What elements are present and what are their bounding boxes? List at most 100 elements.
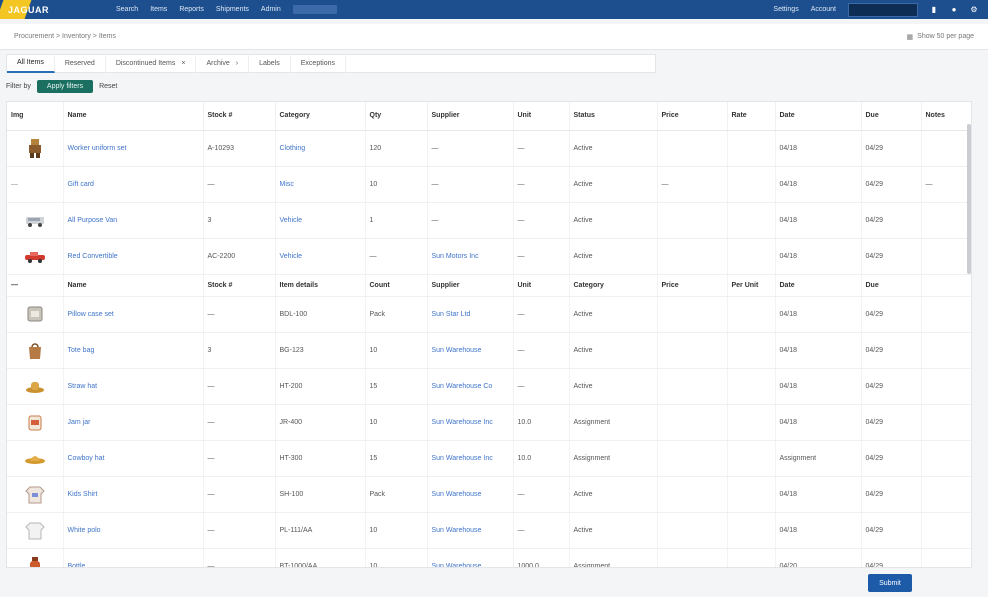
cell-date: 04/18 [775,512,862,549]
cell-name[interactable]: Worker uniform set [63,130,204,167]
logo-text: JAGUAR [8,4,50,15]
global-search-input[interactable] [848,2,918,17]
tab-all-items[interactable]: All Items [7,54,55,73]
column-header[interactable]: Stock # [203,102,276,131]
cell-name[interactable]: Bottle [63,548,204,567]
column-header[interactable]: Notes [921,102,971,131]
cell-due: 04/29 [861,130,922,167]
table-row[interactable]: Kids Shirt — SH-100 Pack Sun Warehouse — Activ… [7,476,971,513]
table-row[interactable]: All Purpose Van 3 Vehicle 1— — Active 04/18 04/… [7,202,971,239]
grid-icon[interactable]: ▦ [907,33,914,41]
column-header[interactable]: Rate [727,102,776,131]
submit-button[interactable]: Submit [868,574,912,592]
table-row[interactable]: Red Convertible AC-2200 Vehicle — Sun Motors… [7,238,971,275]
cell-stock: — [203,548,276,567]
column-header[interactable]: Qty [365,102,428,131]
tab-labels[interactable]: Labels [249,54,291,73]
table-row[interactable]: — Gift card — Misc 10— — Active —04/18 04/29— [7,166,971,203]
app-logo[interactable]: JAGUAR [0,0,86,19]
tab-discontinued[interactable]: Discontinued Items × [106,54,197,73]
tab-label: Discontinued Items [115,60,176,67]
cell-name[interactable]: White polo [63,512,204,549]
nav-item[interactable]: Shipments [216,6,249,13]
table-row[interactable]: Cowboy hat — HT-300 15 Sun Warehouse Inc 10.0… [7,440,971,477]
cell-supplier[interactable]: Sun Warehouse [427,548,514,567]
nav-item[interactable]: Items [150,6,167,13]
cell-name[interactable]: Tote bag [63,332,204,369]
cell-name[interactable]: Gift card [63,166,204,203]
thumbnail-cell [7,476,64,513]
file-icon[interactable]: ▮ [930,5,938,14]
column-header[interactable]: Name [63,102,204,131]
column-header[interactable]: Supplier [427,102,514,131]
apply-filters-button[interactable]: Apply filters [36,80,94,93]
cell-status: Assignment [569,404,658,441]
cell-supplier[interactable]: Sun Warehouse [427,512,514,549]
column-header[interactable]: Img [7,102,64,131]
settings-link[interactable]: Settings [773,6,798,13]
nav-search-box[interactable] [292,5,337,14]
cell-supplier[interactable]: Sun Warehouse [427,332,514,369]
cell-supplier[interactable]: Sun Warehouse Inc [427,404,514,441]
close-icon[interactable]: × [181,60,185,67]
cell-name[interactable]: Jam jar [63,404,204,441]
reset-filters-link[interactable]: Reset [99,83,117,90]
cell-rate [727,476,776,513]
user-icon[interactable]: ● [950,5,958,14]
table-row[interactable]: Tote bag 3 BG-123 10 Sun Warehouse — Active 04/… [7,332,971,369]
thumbnail-cell [7,238,64,275]
cell-category[interactable]: Clothing [275,130,366,167]
table-row[interactable]: White polo — PL-111/AA 10 Sun Warehouse — Acti… [7,512,971,549]
cell-status: Assignment [569,548,658,567]
cell-category: PL-111/AA [275,512,366,549]
page-size-label[interactable]: Show 50 per page [917,33,974,40]
column-header[interactable]: Unit [513,102,570,131]
table-row[interactable]: Pillow case set — BDL-100 Pack Sun Star Ltd —… [7,296,971,333]
cell-category[interactable]: Vehicle [275,202,366,239]
cell-due: 04/29 [861,202,922,239]
tab-exceptions[interactable]: Exceptions [291,54,347,73]
cell-due: 04/29 [861,296,922,333]
cell-date: 04/20 [775,548,862,567]
cell-qty: — [365,238,428,275]
cell-stock: 3 [203,202,276,239]
nav-item[interactable]: Reports [179,6,204,13]
cell-category[interactable]: Vehicle [275,238,366,275]
cell-name[interactable]: Kids Shirt [63,476,204,513]
column-header[interactable]: Date [775,102,862,131]
column-header[interactable]: Category [275,102,366,131]
cell-unit: — [513,368,570,405]
cell-supplier[interactable]: Sun Motors Inc [427,238,514,275]
table-row[interactable]: Straw hat — HT-200 15 Sun Warehouse Co — Activ… [7,368,971,405]
cell-status: Assignment [569,440,658,477]
cell-name[interactable]: All Purpose Van [63,202,204,239]
column-header[interactable]: Status [569,102,658,131]
table-row[interactable]: Worker uniform set A-10293 Clothing 120— — Ac… [7,130,971,167]
top-bar: JAGUAR Search Items Reports Shipments Ad… [0,0,988,19]
column-header[interactable]: Due [861,102,922,131]
cell-name[interactable]: Straw hat [63,368,204,405]
nav-item[interactable]: Search [116,6,138,13]
table-row[interactable]: Jam jar — JR-400 10 Sun Warehouse Inc 10.0 Ass… [7,404,971,441]
cell-name[interactable]: Pillow case set [63,296,204,333]
cell-due: 04/29 [861,332,922,369]
cell-supplier[interactable]: Sun Warehouse Co [427,368,514,405]
column-header[interactable]: Price [657,102,728,131]
gear-icon[interactable]: ⚙ [970,5,978,14]
vertical-scrollbar[interactable] [967,124,971,274]
cell-supplier[interactable]: Sun Star Ltd [427,296,514,333]
cell-unit: 10.0 [513,404,570,441]
items-table: Img Name Stock # Category Qty Supplier Unit Sta… [7,102,971,567]
cell-supplier[interactable]: Sun Warehouse Inc [427,440,514,477]
car-icon [24,244,46,268]
cell-name[interactable]: Cowboy hat [63,440,204,477]
tab-reserved[interactable]: Reserved [55,54,106,73]
tab-archive[interactable]: Archive › [196,54,250,73]
cell-supplier[interactable]: Sun Warehouse [427,476,514,513]
account-link[interactable]: Account [811,6,836,13]
nav-item[interactable]: Admin [261,6,281,13]
cell-category: BG-123 [275,332,366,369]
cell-name[interactable]: Red Convertible [63,238,204,275]
table-row[interactable]: Bottle — BT-1000/AA 10 Sun Warehouse 1000.0 As… [7,548,971,567]
cell-category[interactable]: Misc [275,166,366,203]
